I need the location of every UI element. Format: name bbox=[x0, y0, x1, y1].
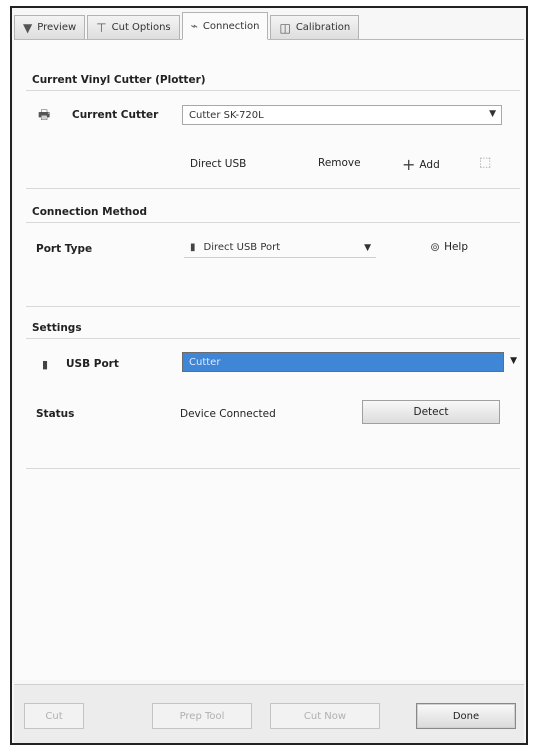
chevron-down-icon: ▼ bbox=[510, 356, 517, 366]
port-type-select[interactable]: ▮ Direct USB Port ▼ bbox=[184, 238, 376, 258]
tab-preview[interactable]: ▼ Preview bbox=[14, 15, 86, 39]
plug-icon: ⌁ bbox=[190, 19, 198, 33]
usb-plug-icon: ▮ bbox=[190, 242, 196, 253]
cutter-settings-icon[interactable]: ⬚ bbox=[479, 155, 491, 170]
add-cutter-button[interactable]: + Add bbox=[402, 155, 440, 174]
tab-strip: ▼ Preview ⊤ Cut Options ⌁ Connection ◫ C… bbox=[14, 11, 524, 40]
connection-panel: Current Vinyl Cutter (Plotter) 🖶 Current… bbox=[14, 40, 524, 680]
section-divider bbox=[26, 222, 520, 223]
current-cutter-select[interactable]: Cutter SK-720L ▼ bbox=[182, 105, 502, 125]
prep-tool-button[interactable]: Prep Tool bbox=[152, 703, 252, 729]
chevron-down-icon: ▼ bbox=[364, 243, 371, 253]
tab-cut-options[interactable]: ⊤ Cut Options bbox=[87, 15, 180, 39]
status-value: Device Connected bbox=[180, 408, 276, 420]
cut-now-button[interactable]: Cut Now bbox=[270, 703, 380, 729]
section-divider bbox=[26, 90, 520, 91]
current-cutter-section-title: Current Vinyl Cutter (Plotter) bbox=[32, 74, 206, 86]
help-icon: ⊚ bbox=[430, 240, 441, 254]
triangle-down-icon: ▼ bbox=[23, 20, 33, 35]
tab-connection[interactable]: ⌁ Connection bbox=[181, 12, 269, 40]
help-button[interactable]: ⊚ Help bbox=[430, 240, 468, 254]
connection-method-section-title: Connection Method bbox=[32, 206, 147, 218]
done-button[interactable]: Done bbox=[416, 703, 516, 729]
cutter-icon: ⊤ bbox=[96, 20, 107, 35]
section-divider bbox=[26, 468, 520, 469]
usb-port-select[interactable]: Cutter ▼ bbox=[182, 352, 517, 372]
chevron-down-icon: ▼ bbox=[489, 109, 496, 119]
current-cutter-value: Cutter SK-720L bbox=[189, 109, 264, 121]
detect-button[interactable]: Detect bbox=[362, 400, 500, 424]
tab-preview-label: Preview bbox=[37, 22, 77, 33]
cutter-device-icon: 🖶 bbox=[38, 108, 51, 123]
usb-port-value: Cutter bbox=[189, 356, 221, 368]
section-divider bbox=[26, 338, 520, 339]
cutter-dialog: ▼ Preview ⊤ Cut Options ⌁ Connection ◫ C… bbox=[10, 6, 528, 745]
status-label: Status bbox=[36, 408, 75, 420]
plus-icon: + bbox=[402, 155, 416, 174]
tab-calibration[interactable]: ◫ Calibration bbox=[270, 15, 360, 39]
section-divider bbox=[26, 306, 520, 307]
remove-cutter-button[interactable]: Remove bbox=[318, 157, 361, 169]
dialog-footer: Cut Prep Tool Cut Now Done bbox=[14, 684, 524, 743]
calibration-icon: ◫ bbox=[279, 20, 291, 35]
cut-button[interactable]: Cut bbox=[24, 703, 84, 729]
usb-plug-icon: ▮ bbox=[42, 358, 49, 371]
usb-port-label: USB Port bbox=[66, 358, 119, 370]
tab-connection-label: Connection bbox=[202, 20, 260, 32]
connection-type-text: Direct USB bbox=[190, 158, 247, 170]
add-cutter-label: Add bbox=[419, 158, 440, 171]
section-divider bbox=[26, 188, 520, 189]
help-label: Help bbox=[444, 241, 469, 253]
settings-section-title: Settings bbox=[32, 322, 82, 334]
port-type-label: Port Type bbox=[36, 243, 93, 255]
tab-calibration-label: Calibration bbox=[295, 22, 351, 33]
tab-cut-options-label: Cut Options bbox=[111, 22, 171, 33]
current-cutter-label: Current Cutter bbox=[72, 109, 159, 121]
port-type-value: Direct USB Port bbox=[203, 242, 281, 253]
